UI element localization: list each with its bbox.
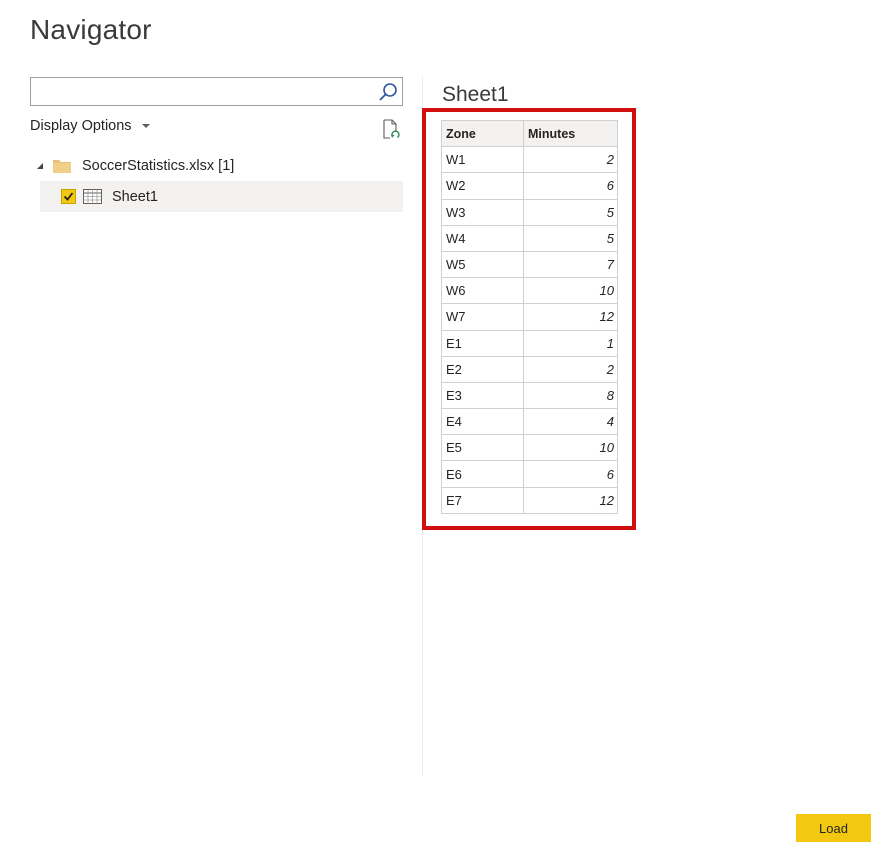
zone-cell: W4 — [441, 224, 524, 252]
sheet1-checkbox[interactable] — [61, 189, 76, 204]
minutes-cell: 12 — [523, 303, 618, 331]
minutes-cell: 10 — [523, 277, 618, 305]
table-row: E2 2 — [441, 355, 618, 383]
zone-cell: E7 — [441, 486, 524, 514]
folder-icon — [53, 160, 71, 173]
zone-cell: E4 — [441, 408, 524, 436]
load-button[interactable]: Load — [796, 814, 871, 842]
column-header-minutes: Minutes — [523, 119, 618, 148]
zone-cell: W3 — [441, 198, 524, 226]
preview-table: Zone Minutes W1 2 W2 6 W3 5 W4 5 W5 7 W6 10 W7… — [441, 119, 618, 514]
table-row: W3 5 — [441, 198, 618, 226]
minutes-cell: 2 — [523, 355, 618, 383]
display-options-dropdown[interactable]: Display Options — [30, 118, 150, 134]
zone-cell: W6 — [441, 277, 524, 305]
minutes-cell: 2 — [523, 146, 618, 174]
zone-cell: E1 — [441, 329, 524, 357]
table-row: E7 12 — [441, 486, 618, 514]
zone-cell: E2 — [441, 355, 524, 383]
table-row: W6 10 — [441, 277, 618, 305]
table-header-row: Zone Minutes — [441, 119, 618, 148]
zone-cell: W7 — [441, 303, 524, 331]
minutes-cell: 4 — [523, 408, 618, 436]
checkmark-icon — [63, 192, 74, 201]
minutes-cell: 7 — [523, 250, 618, 279]
minutes-cell: 6 — [523, 172, 618, 200]
table-row: E5 10 — [441, 434, 618, 462]
table-row: W5 7 — [441, 250, 618, 279]
minutes-cell: 1 — [523, 329, 618, 357]
search-input[interactable] — [31, 78, 371, 105]
zone-cell: W1 — [441, 146, 524, 174]
tree-item-file[interactable]: SoccerStatistics.xlsx [1] — [36, 154, 234, 178]
minutes-cell: 5 — [523, 198, 618, 226]
table-sheet-icon — [83, 189, 102, 204]
tree-item-file-label: SoccerStatistics.xlsx [1] — [82, 158, 235, 174]
expand-triangle-icon[interactable] — [36, 162, 44, 170]
table-row: W2 6 — [441, 172, 618, 200]
tree-item-sheet1-label: Sheet1 — [112, 188, 158, 205]
search-icon[interactable] — [378, 82, 398, 102]
zone-cell: W2 — [441, 172, 524, 200]
zone-cell: E5 — [441, 434, 524, 462]
display-options-label: Display Options — [30, 118, 132, 134]
table-row: W4 5 — [441, 224, 618, 252]
zone-cell: E6 — [441, 460, 524, 488]
refresh-document-icon[interactable] — [381, 119, 401, 140]
table-row: E3 8 — [441, 381, 618, 410]
minutes-cell: 12 — [523, 486, 618, 514]
minutes-cell: 5 — [523, 224, 618, 252]
table-row: W1 2 — [441, 146, 618, 174]
table-row: W7 12 — [441, 303, 618, 331]
column-header-zone: Zone — [441, 119, 524, 148]
minutes-cell: 10 — [523, 434, 618, 462]
page-title: Navigator — [30, 14, 152, 45]
table-row: E1 1 — [441, 329, 618, 357]
preview-title: Sheet1 — [442, 83, 509, 106]
tree-item-sheet1[interactable]: Sheet1 — [40, 181, 403, 212]
minutes-cell: 6 — [523, 460, 618, 488]
zone-cell: E3 — [441, 381, 524, 410]
table-row: E6 6 — [441, 460, 618, 488]
caret-down-icon — [141, 124, 150, 128]
search-box[interactable] — [30, 77, 403, 106]
minutes-cell: 8 — [523, 381, 618, 410]
table-row: E4 4 — [441, 408, 618, 436]
zone-cell: W5 — [441, 250, 524, 279]
